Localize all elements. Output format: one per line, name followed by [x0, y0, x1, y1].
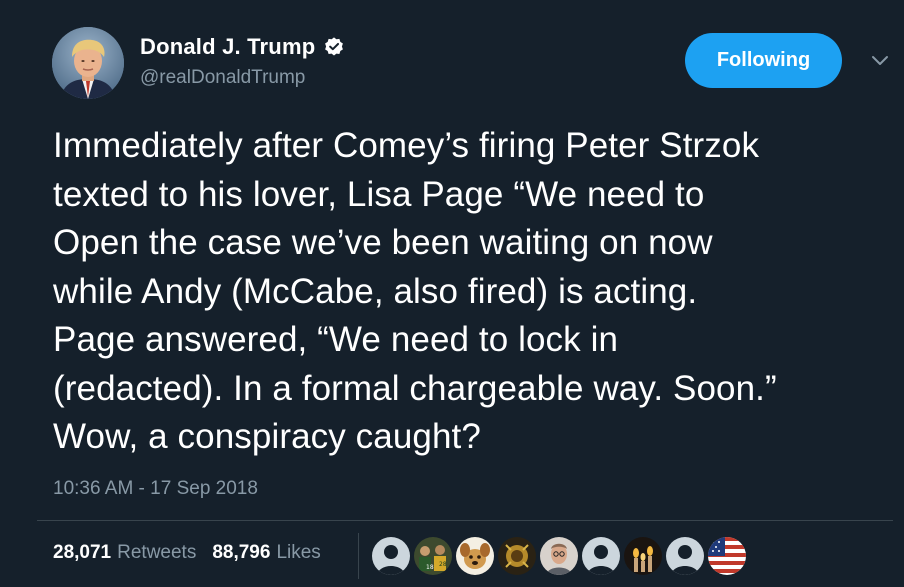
dog-avatar-icon[interactable] [456, 537, 494, 575]
tweet-card: Donald J. Trump @realDonaldTrump Followi… [0, 0, 904, 587]
liker-avatars: 18 28 [372, 537, 746, 575]
likes-stat[interactable]: 88,796 Likes [212, 542, 330, 564]
svg-text:28: 28 [439, 561, 447, 568]
tweet-stats: 28,071 Retweets 88,796 Likes [53, 542, 331, 564]
author-display-name[interactable]: Donald J. Trump [140, 34, 315, 60]
retweets-label: Retweets [117, 542, 197, 563]
tweet-text: Immediately after Comey’s firing Peter S… [53, 126, 777, 456]
svg-text:18: 18 [426, 564, 434, 571]
likes-count: 88,796 [212, 542, 271, 563]
default-avatar-icon[interactable] [666, 537, 704, 575]
author-avatar[interactable] [52, 27, 124, 99]
person-avatar-icon[interactable] [540, 537, 578, 575]
stats-vertical-divider [358, 533, 359, 579]
following-button[interactable]: Following [685, 33, 842, 88]
profile-photo-icon [52, 27, 124, 99]
candle-avatar-icon[interactable] [624, 537, 662, 575]
likes-label: Likes [276, 542, 321, 563]
us-flag-avatar-icon[interactable] [708, 537, 746, 575]
dark-photo-avatar-icon[interactable] [498, 537, 536, 575]
display-name-row: Donald J. Trump [140, 33, 345, 61]
retweets-stat[interactable]: 28,071 Retweets [53, 542, 206, 564]
stats-divider [37, 520, 893, 521]
chevron-down-icon[interactable] [868, 53, 892, 69]
default-avatar-icon[interactable] [372, 537, 410, 575]
group-photo-avatar-icon[interactable]: 18 28 [414, 537, 452, 575]
retweets-count: 28,071 [53, 542, 112, 563]
author-info: Donald J. Trump @realDonaldTrump [140, 33, 345, 89]
author-handle[interactable]: @realDonaldTrump [140, 67, 345, 89]
default-avatar-icon[interactable] [582, 537, 620, 575]
verified-badge-icon [323, 36, 345, 58]
tweet-timestamp[interactable]: 10:36 AM - 17 Sep 2018 [53, 478, 258, 500]
